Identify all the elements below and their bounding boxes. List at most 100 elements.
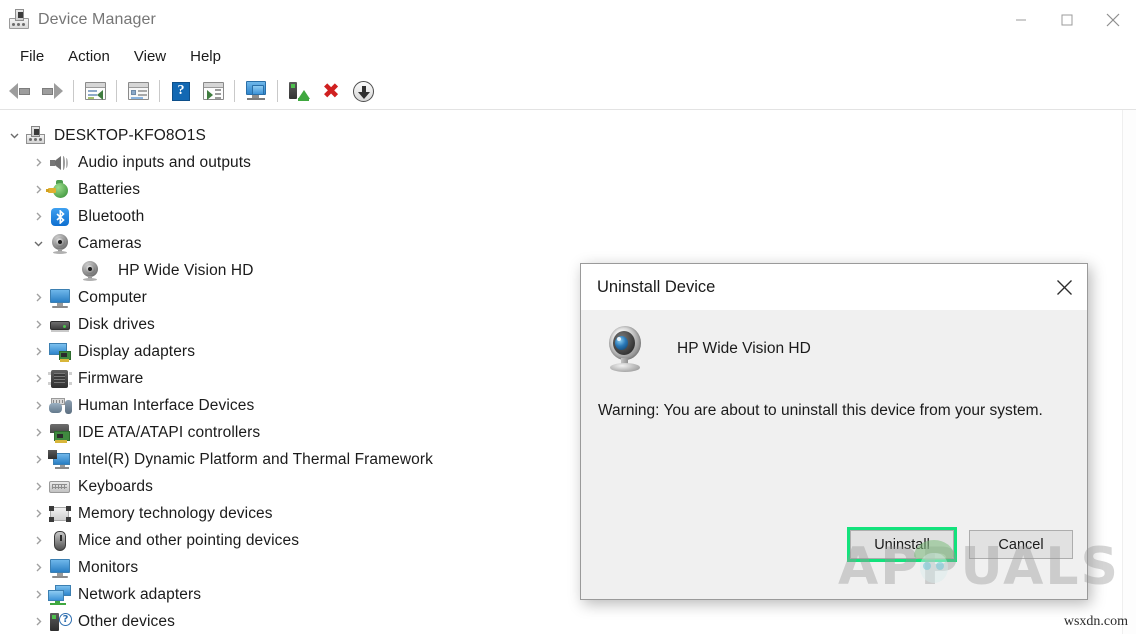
chevron-right-icon[interactable]	[28, 419, 48, 446]
disable-device-button[interactable]	[348, 76, 378, 106]
menu-help[interactable]: Help	[178, 45, 233, 68]
tree-item-label: Display adapters	[78, 343, 195, 361]
minimize-button[interactable]	[998, 0, 1044, 40]
tree-item-label: Human Interface Devices	[78, 397, 254, 415]
disk-drive-icon	[48, 314, 72, 336]
battery-icon	[48, 179, 72, 201]
tree-item-label: Mice and other pointing devices	[78, 532, 299, 550]
tree-item-label: Cameras	[78, 235, 142, 253]
tree-item-bluetooth[interactable]: Bluetooth	[0, 203, 1136, 230]
window-title: Device Manager	[38, 11, 156, 29]
tree-item-other-devices[interactable]: ? Other devices	[0, 608, 1136, 634]
menu-view[interactable]: View	[122, 45, 178, 68]
tree-item-label: Other devices	[78, 613, 175, 631]
computer-root-icon	[24, 125, 48, 147]
chevron-right-icon[interactable]	[28, 365, 48, 392]
tree-item-label: Audio inputs and outputs	[78, 154, 251, 172]
back-button[interactable]	[5, 76, 35, 106]
toolbar-separator	[159, 80, 160, 102]
update-driver-button[interactable]	[198, 76, 228, 106]
speaker-icon	[48, 152, 72, 174]
memory-device-icon	[48, 503, 72, 525]
tree-item-label: Firmware	[78, 370, 143, 388]
tree-item-label: Monitors	[78, 559, 138, 577]
tree-item-label: Computer	[78, 289, 147, 307]
tree-root-node[interactable]: DESKTOP-KFO8O1S	[0, 122, 1136, 149]
chevron-right-icon[interactable]	[28, 149, 48, 176]
tree-item-label: Bluetooth	[78, 208, 144, 226]
menu-action[interactable]: Action	[56, 45, 122, 68]
intel-platform-icon	[48, 449, 72, 471]
webcam-icon	[603, 324, 649, 374]
vertical-scrollbar[interactable]	[1122, 110, 1136, 634]
tree-item-label: Memory technology devices	[78, 505, 273, 523]
toolbar: ? ✖	[0, 73, 1136, 110]
tree-item-batteries[interactable]: Batteries	[0, 176, 1136, 203]
update-driver-icon	[203, 82, 224, 100]
dialog-title: Uninstall Device	[597, 278, 715, 297]
scan-hardware-changes-button[interactable]	[241, 76, 271, 106]
chevron-right-icon[interactable]	[28, 311, 48, 338]
chevron-down-icon[interactable]	[28, 230, 48, 257]
device-manager-icon	[8, 9, 30, 31]
forward-button[interactable]	[37, 76, 67, 106]
display-adapter-icon	[48, 341, 72, 363]
toolbar-separator	[277, 80, 278, 102]
menubar: File Action View Help	[0, 40, 1136, 73]
down-arrow-circle-icon	[353, 81, 374, 102]
enable-device-icon	[288, 81, 310, 101]
tree-item-label: Batteries	[78, 181, 140, 199]
chevron-right-icon[interactable]	[28, 446, 48, 473]
keyboard-icon	[48, 476, 72, 498]
bluetooth-icon	[48, 206, 72, 228]
menu-file[interactable]: File	[8, 45, 56, 68]
tree-item-label: Disk drives	[78, 316, 155, 334]
back-arrow-icon	[9, 82, 31, 100]
toolbar-separator	[116, 80, 117, 102]
tree-item-label: HP Wide Vision HD	[118, 262, 254, 280]
cancel-button[interactable]: Cancel	[969, 530, 1073, 559]
uninstall-device-button[interactable]: ✖	[316, 76, 346, 106]
properties-button[interactable]	[123, 76, 153, 106]
uninstall-button-highlight: Uninstall	[847, 527, 957, 562]
chevron-right-icon[interactable]	[28, 473, 48, 500]
toolbar-separator	[234, 80, 235, 102]
properties-icon	[128, 82, 149, 100]
tree-item-cameras[interactable]: Cameras	[0, 230, 1136, 257]
mouse-icon	[48, 530, 72, 552]
chevron-right-icon[interactable]	[28, 284, 48, 311]
dialog-device-name: HP Wide Vision HD	[677, 340, 811, 358]
tree-root-label: DESKTOP-KFO8O1S	[54, 127, 206, 145]
enable-device-button[interactable]	[284, 76, 314, 106]
chevron-down-icon[interactable]	[4, 122, 24, 149]
toolbar-separator	[73, 80, 74, 102]
uninstall-button[interactable]: Uninstall	[850, 530, 954, 559]
tree-item-label: IDE ATA/ATAPI controllers	[78, 424, 260, 442]
chevron-right-icon[interactable]	[28, 176, 48, 203]
tree-item-audio[interactable]: Audio inputs and outputs	[0, 149, 1136, 176]
uninstall-device-dialog: Uninstall Device HP Wide Vision HD Warni…	[580, 263, 1088, 600]
chevron-right-icon[interactable]	[28, 338, 48, 365]
chevron-right-icon[interactable]	[28, 392, 48, 419]
chevron-right-icon[interactable]	[28, 581, 48, 608]
camera-icon	[78, 260, 102, 282]
help-button[interactable]: ?	[166, 76, 196, 106]
tree-item-label: Network adapters	[78, 586, 201, 604]
monitor-scan-icon	[244, 81, 268, 101]
chevron-right-icon[interactable]	[28, 500, 48, 527]
dialog-close-button[interactable]	[1041, 264, 1087, 310]
close-button[interactable]	[1090, 0, 1136, 40]
chevron-right-icon[interactable]	[28, 527, 48, 554]
chevron-right-icon[interactable]	[28, 608, 48, 634]
show-hide-console-tree-button[interactable]	[80, 76, 110, 106]
red-x-icon: ✖	[322, 81, 340, 102]
window-titlebar: Device Manager	[0, 0, 1136, 40]
window-controls	[998, 0, 1136, 40]
dialog-titlebar: Uninstall Device	[581, 264, 1087, 310]
help-question-icon: ?	[172, 82, 190, 101]
tree-item-label: Intel(R) Dynamic Platform and Thermal Fr…	[78, 451, 433, 469]
maximize-button[interactable]	[1044, 0, 1090, 40]
chevron-right-icon[interactable]	[28, 203, 48, 230]
chevron-right-icon[interactable]	[28, 554, 48, 581]
dialog-button-row: Uninstall Cancel	[847, 527, 1073, 562]
